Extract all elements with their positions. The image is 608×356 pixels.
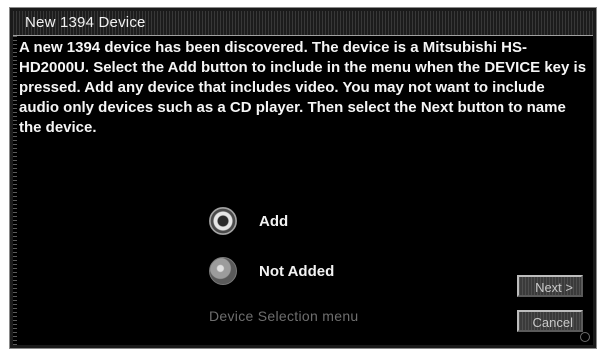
resize-grip-icon (580, 332, 590, 342)
add-option[interactable]: Add (209, 207, 288, 235)
next-button[interactable]: Next > (517, 275, 583, 297)
not-added-option[interactable]: Not Added (209, 257, 334, 285)
device-selection-menu-caption: Device Selection menu (209, 308, 359, 324)
cancel-button[interactable]: Cancel (517, 310, 583, 332)
add-option-label: Add (259, 212, 289, 230)
radio-unselected-icon[interactable] (209, 257, 237, 285)
radio-selected-icon[interactable] (209, 207, 237, 235)
not-added-option-label: Not Added (259, 262, 335, 280)
dialog-title: New 1394 Device (25, 14, 146, 31)
dialog-titlebar: New 1394 Device (13, 11, 593, 36)
dialog-message: A new 1394 device has been discovered. T… (19, 39, 587, 136)
left-border-decoration (13, 36, 17, 345)
new-device-dialog: New 1394 Device A new 1394 device has be… (9, 7, 597, 349)
